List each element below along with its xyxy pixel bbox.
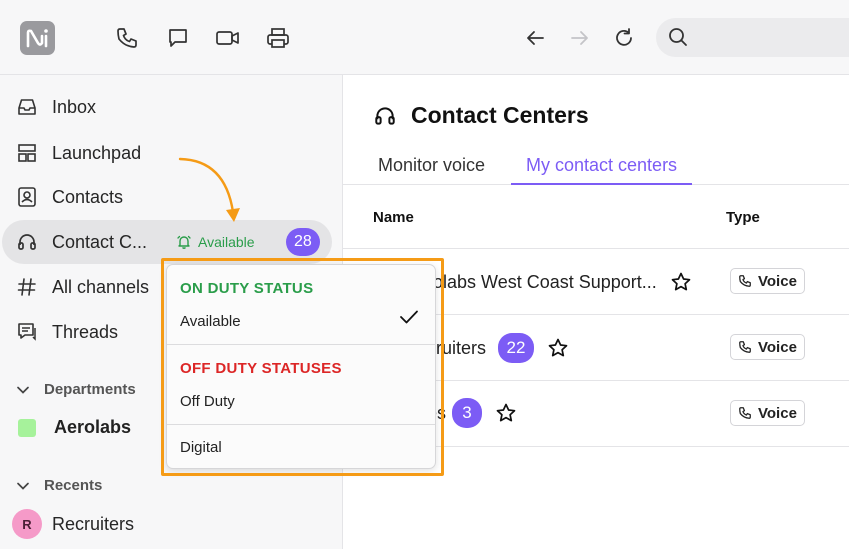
column-header-name[interactable]: Name xyxy=(373,209,414,226)
threads-icon xyxy=(15,320,39,344)
bell-icon xyxy=(177,235,191,249)
department-label: Aerolabs xyxy=(54,417,132,437)
annotation-highlight xyxy=(161,258,444,476)
sidebar-item-inbox[interactable]: Inbox xyxy=(0,85,333,129)
department-item[interactable]: Aerolabs xyxy=(18,417,131,438)
type-label: Voice xyxy=(758,272,797,290)
chevron-down-icon xyxy=(17,386,29,394)
forward-arrow-icon[interactable] xyxy=(566,24,594,52)
back-arrow-icon[interactable] xyxy=(521,24,549,52)
divider xyxy=(343,248,849,249)
page-title: Contact Centers xyxy=(373,102,589,129)
sidebar-item-label: Contacts xyxy=(52,186,124,207)
recent-item[interactable]: R Recruiters xyxy=(12,509,134,539)
recent-label: Recruiters xyxy=(52,513,135,534)
type-chip: Voice xyxy=(730,268,805,294)
tab-bar: Monitor voice My contact centers xyxy=(343,149,849,185)
section-label: Departments xyxy=(44,381,136,398)
phone-icon xyxy=(739,275,751,287)
type-label: Voice xyxy=(758,338,797,356)
status-label: Available xyxy=(198,234,255,250)
star-icon[interactable] xyxy=(494,401,518,425)
sidebar-item-launchpad[interactable]: Launchpad xyxy=(0,131,333,175)
annotation-arrow xyxy=(178,157,240,222)
phone-icon xyxy=(739,341,751,353)
refresh-icon[interactable] xyxy=(610,24,638,52)
chat-bubble-icon[interactable] xyxy=(164,24,192,52)
status-indicator[interactable]: Available xyxy=(176,234,255,250)
video-icon[interactable] xyxy=(214,24,242,52)
phone-icon[interactable] xyxy=(113,24,141,52)
launchpad-icon xyxy=(15,141,39,165)
table-row[interactable]: cruiters 22 xyxy=(427,333,570,363)
section-label: Recents xyxy=(44,477,103,494)
departments-section-toggle[interactable]: Departments xyxy=(16,381,136,398)
phone-icon xyxy=(739,407,751,419)
recents-section-toggle[interactable]: Recents xyxy=(16,477,102,494)
count-badge: 22 xyxy=(498,333,535,363)
printer-icon[interactable] xyxy=(264,24,292,52)
page-title-text: Contact Centers xyxy=(411,102,589,128)
star-icon[interactable] xyxy=(546,336,570,360)
sidebar-item-label: Threads xyxy=(52,321,119,342)
chevron-down-icon xyxy=(17,482,29,490)
avatar: R xyxy=(12,509,42,539)
logo-mark-icon xyxy=(26,29,48,48)
count-badge: 3 xyxy=(452,398,483,428)
table-row[interactable]: rolabs West Coast Support... xyxy=(427,270,693,294)
contacts-icon xyxy=(15,185,39,209)
search-input[interactable] xyxy=(656,18,849,57)
tab-monitor-voice[interactable]: Monitor voice xyxy=(378,155,485,185)
tab-my-contact-centers[interactable]: My contact centers xyxy=(511,155,693,185)
app-logo[interactable] xyxy=(20,21,55,55)
type-chip: Voice xyxy=(730,334,805,360)
headset-icon xyxy=(375,106,395,125)
hash-icon xyxy=(15,275,39,299)
headset-icon xyxy=(15,230,39,254)
row-name: rolabs West Coast Support... xyxy=(427,271,657,292)
top-bar xyxy=(0,0,849,75)
type-label: Voice xyxy=(758,404,797,422)
sidebar-item-contacts[interactable]: Contacts xyxy=(0,175,333,219)
star-icon[interactable] xyxy=(669,270,693,294)
search-icon xyxy=(664,23,692,51)
inbox-icon xyxy=(15,95,39,119)
column-header-type[interactable]: Type xyxy=(726,209,760,226)
type-chip: Voice xyxy=(730,400,805,426)
department-color xyxy=(18,418,36,437)
sidebar-item-label: Launchpad xyxy=(52,142,142,163)
sidebar-item-label: All channels xyxy=(52,276,150,297)
sidebar-item-label: Inbox xyxy=(52,96,97,117)
sidebar-item-label: Contact C... xyxy=(52,231,148,252)
count-badge: 28 xyxy=(286,228,320,256)
